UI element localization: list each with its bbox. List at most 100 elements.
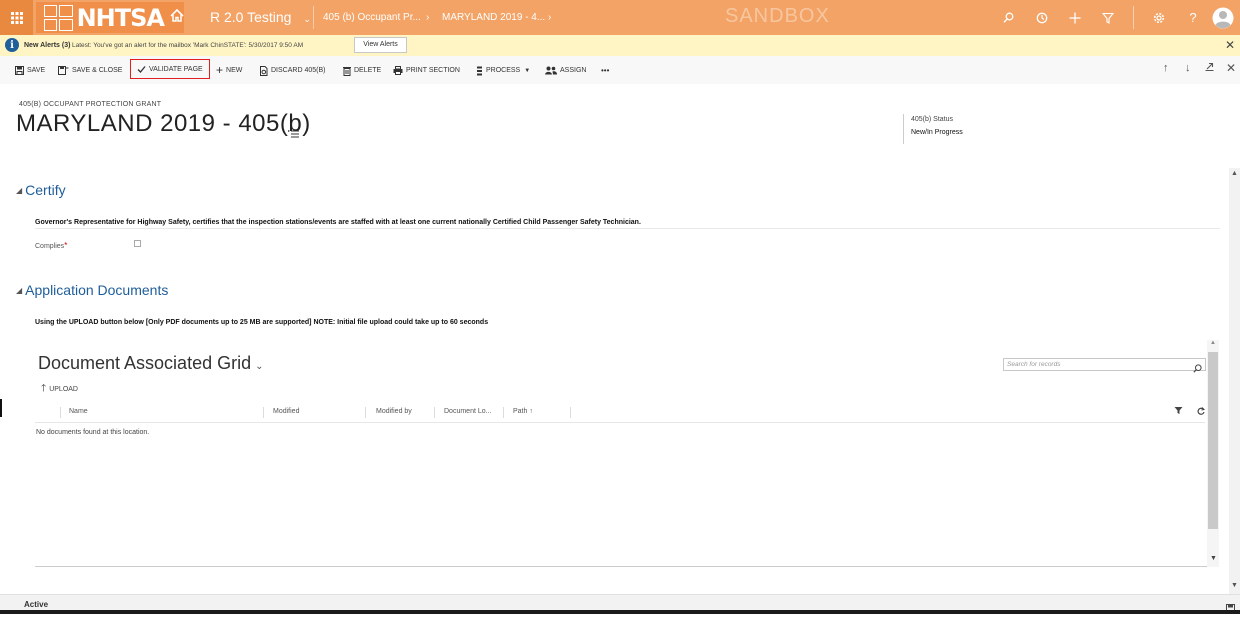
- search-placeholder: Search for records: [1007, 361, 1061, 368]
- upload-button[interactable]: 🡑 UPLOAD: [41, 381, 78, 398]
- search-icon[interactable]: [991, 0, 1025, 35]
- chevron-down-icon: ⌄: [303, 14, 311, 24]
- close-icon[interactable]: ✕: [1225, 38, 1235, 52]
- save-label: SAVE: [27, 67, 46, 74]
- scroll-down-icon[interactable]: ▼: [1210, 555, 1217, 562]
- assign-label: ASSIGN: [560, 67, 587, 74]
- complies-field-label: Complies*: [35, 241, 67, 250]
- taskbar-edge: [0, 610, 1240, 614]
- form-selector-icon[interactable]: [288, 125, 299, 143]
- status-label: 405(b) Status: [911, 116, 954, 123]
- scroll-down-icon[interactable]: ▼: [1231, 582, 1238, 589]
- help-icon[interactable]: ?: [1176, 0, 1210, 35]
- delete-label: DELETE: [354, 67, 382, 74]
- discard-label: DISCARD 405(B): [271, 67, 326, 74]
- view-alerts-button[interactable]: View Alerts: [354, 37, 407, 53]
- column-separator: [365, 407, 366, 418]
- new-label: NEW: [226, 67, 243, 74]
- plus-icon: +: [216, 63, 224, 77]
- validate-icon: [137, 65, 146, 74]
- nhtsa-logo[interactable]: NHTSA: [36, 2, 184, 33]
- nhtsa-logo-mark: [44, 4, 73, 31]
- new-button[interactable]: + NEW: [216, 62, 242, 79]
- column-separator: [263, 407, 264, 418]
- breadcrumb-record[interactable]: MARYLAND 2019 - 4...: [442, 0, 545, 35]
- more-commands-button[interactable]: •••: [601, 62, 609, 79]
- nav-divider: [313, 6, 314, 29]
- alert-count[interactable]: New Alerts (3): [24, 35, 70, 56]
- print-section-button[interactable]: PRINT SECTION: [393, 62, 460, 79]
- app-name[interactable]: R 2.0 Testing ⌄: [210, 0, 311, 35]
- waffle-icon[interactable]: [0, 0, 33, 35]
- app-name-label: R 2.0 Testing: [210, 9, 292, 25]
- search-icon[interactable]: [1193, 360, 1202, 378]
- header-status-field: 405(b) Status New/In Progress: [903, 114, 973, 144]
- assign-button[interactable]: ASSIGN: [545, 62, 586, 79]
- validate-page-button[interactable]: VALIDATE PAGE: [130, 59, 210, 79]
- column-header-modified-by[interactable]: Modified by: [376, 408, 412, 415]
- section-divider: [35, 228, 1220, 229]
- window-edge-mark: [0, 399, 2, 417]
- filter-icon[interactable]: [1174, 406, 1183, 417]
- grid-search-input[interactable]: Search for records: [1003, 358, 1206, 373]
- section-certify[interactable]: ◢ Certify: [16, 182, 66, 198]
- arrow-down-icon[interactable]: ↓: [1185, 62, 1191, 74]
- complies-label: Complies: [35, 243, 65, 250]
- section-documents-title: Application Documents: [25, 282, 169, 298]
- delete-button[interactable]: DELETE: [343, 62, 381, 79]
- arrow-up-icon[interactable]: ↑: [1163, 62, 1169, 74]
- close-icon[interactable]: ✕: [1226, 61, 1236, 75]
- grid-empty-message: No documents found at this location.: [36, 429, 150, 436]
- document-grid-title[interactable]: Document Associated Grid ⌄: [38, 353, 264, 374]
- column-header-path[interactable]: Path ↑: [513, 408, 533, 415]
- printer-icon: [393, 66, 403, 75]
- process-button[interactable]: PROCESS ▼: [476, 62, 530, 79]
- collapse-triangle-icon: ◢: [16, 186, 23, 195]
- grid-scrollbar[interactable]: ▲ ▼: [1207, 340, 1219, 567]
- upload-instruction: Using the UPLOAD button below [Only PDF …: [35, 319, 489, 326]
- grid-title-label: Document Associated Grid: [38, 353, 252, 373]
- save-button[interactable]: SAVE: [15, 62, 45, 79]
- grid-scroll-thumb[interactable]: [1208, 352, 1218, 529]
- column-header-modified[interactable]: Modified: [273, 408, 299, 415]
- filter-icon[interactable]: [1091, 0, 1125, 35]
- column-separator: [503, 407, 504, 418]
- save-icon: [15, 66, 24, 75]
- status-value: New/In Progress: [911, 129, 963, 136]
- process-label: PROCESS: [486, 67, 521, 74]
- environment-label: SANDBOX: [725, 5, 830, 27]
- user-avatar-icon[interactable]: [1206, 0, 1240, 35]
- save-close-icon: [58, 66, 69, 75]
- refresh-icon[interactable]: [1197, 407, 1206, 417]
- home-icon[interactable]: [170, 8, 184, 27]
- section-application-documents[interactable]: ◢ Application Documents: [16, 282, 168, 298]
- collapse-triangle-icon: ◢: [16, 286, 23, 295]
- discard-icon: [259, 65, 268, 76]
- scroll-up-icon[interactable]: ▲: [1210, 340, 1216, 346]
- column-header-document-location[interactable]: Document Lo...: [444, 408, 491, 415]
- plus-icon[interactable]: [1058, 0, 1092, 35]
- page-title: MARYLAND 2019 - 405(b): [16, 110, 311, 137]
- column-separator: [434, 407, 435, 418]
- column-separator: [60, 407, 61, 418]
- caret-down-icon: ▼: [524, 67, 531, 74]
- column-header-name[interactable]: Name: [69, 408, 88, 415]
- validate-page-label: VALIDATE PAGE: [149, 65, 203, 73]
- nav-divider: [1133, 6, 1134, 29]
- save-close-button[interactable]: SAVE & CLOSE: [58, 62, 122, 79]
- discard-button[interactable]: DISCARD 405(B): [259, 62, 325, 79]
- entity-type-label: 405(B) OCCUPANT PROTECTION GRANT: [19, 101, 162, 108]
- gear-icon[interactable]: [1142, 0, 1176, 35]
- upload-arrow-icon: 🡑: [41, 383, 47, 394]
- breadcrumb-entity[interactable]: 405 (b) Occupant Pr...: [323, 0, 421, 35]
- page-scrollbar[interactable]: ▲ ▼: [1229, 168, 1240, 594]
- history-icon[interactable]: [1025, 0, 1059, 35]
- save-icon[interactable]: [1226, 600, 1235, 618]
- print-section-label: PRINT SECTION: [406, 67, 460, 74]
- expand-icon[interactable]: [1205, 62, 1214, 74]
- complies-checkbox[interactable]: [134, 240, 141, 247]
- section-certify-title: Certify: [25, 182, 66, 198]
- upload-label: UPLOAD: [49, 386, 78, 393]
- scroll-up-icon[interactable]: ▲: [1231, 170, 1238, 177]
- grid-bottom-border: [35, 566, 1207, 567]
